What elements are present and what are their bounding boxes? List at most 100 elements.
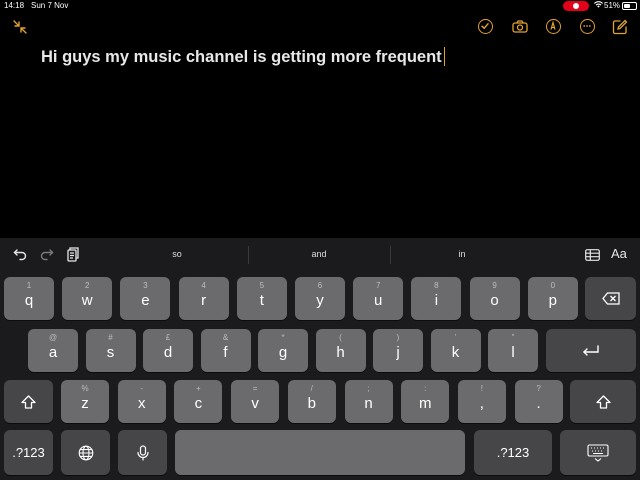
key-secondary-label: *: [281, 333, 285, 342]
key-secondary-label: (: [339, 333, 342, 342]
key-label: o: [490, 292, 499, 309]
key-label: y: [316, 292, 324, 309]
key-y[interactable]: 6y: [295, 277, 345, 320]
shift-icon: [570, 380, 636, 423]
key-m[interactable]: :m: [401, 380, 450, 423]
globe-key[interactable]: [61, 430, 110, 475]
table-icon[interactable]: [585, 248, 600, 266]
key-label: f: [223, 344, 228, 361]
key-w[interactable]: 2w: [62, 277, 113, 320]
screen-recording-icon[interactable]: [563, 1, 589, 11]
key-h[interactable]: (h: [315, 329, 366, 372]
key-j[interactable]: ) j: [373, 329, 423, 372]
key-label: u: [374, 292, 383, 309]
key-g[interactable]: * g: [258, 329, 308, 372]
key-secondary-label: ): [396, 333, 400, 342]
shift-key-right[interactable]: [570, 380, 636, 423]
key-o[interactable]: 9o: [469, 277, 520, 320]
checklist-icon[interactable]: [478, 19, 493, 34]
key-d[interactable]: £ d: [143, 329, 193, 372]
paste-icon[interactable]: [67, 247, 79, 267]
text-cursor: [443, 47, 446, 66]
key-label: v: [251, 395, 259, 412]
key-secondary-label: ': [454, 333, 457, 342]
key-secondary-label: ?: [536, 384, 541, 393]
key-label: j: [396, 344, 400, 361]
key-p[interactable]: 0p: [527, 277, 578, 320]
collapse-icon[interactable]: [12, 19, 28, 35]
suggestion-word[interactable]: in: [392, 249, 532, 259]
shift-key-left[interactable]: [4, 380, 53, 423]
key-secondary-label: =: [252, 384, 258, 393]
key-c[interactable]: + c: [174, 380, 223, 423]
space-bar[interactable]: [175, 430, 465, 475]
markup-pen-icon[interactable]: [546, 19, 561, 34]
key-secondary-label: £: [165, 333, 171, 342]
key-secondary-label: 9: [492, 281, 497, 290]
hide-keyboard-key[interactable]: [560, 430, 636, 475]
key-label: p: [548, 292, 557, 309]
microphone-icon: [118, 430, 167, 475]
key-e[interactable]: 3e: [120, 277, 171, 320]
key-secondary-label: ": [511, 333, 515, 342]
status-time: 14:18: [4, 1, 25, 10]
wifi-icon: [594, 0, 603, 11]
key-u[interactable]: 7u: [353, 277, 404, 320]
suggestion-divider: [390, 246, 391, 264]
key-x[interactable]: -x: [117, 380, 166, 423]
key-secondary-label: +: [196, 384, 201, 393]
key-r[interactable]: 4r: [178, 277, 229, 320]
key-l[interactable]: " l: [488, 329, 538, 372]
key-label: d: [163, 344, 173, 361]
key-z[interactable]: % z: [61, 380, 109, 423]
key-n[interactable]: ; n: [344, 380, 393, 423]
key-,[interactable]: !,: [457, 380, 506, 423]
key-label: .: [536, 395, 541, 412]
key-t[interactable]: 5t: [236, 277, 287, 320]
suggestion-word[interactable]: so: [107, 249, 247, 259]
key-f[interactable]: & f: [200, 329, 251, 372]
suggestion-word[interactable]: and: [249, 249, 389, 259]
key-secondary-label: 6: [317, 281, 323, 290]
key-secondary-label: 2: [84, 281, 90, 290]
return-key[interactable]: [546, 329, 636, 372]
key-secondary-label: -: [140, 384, 144, 393]
key-label: w: [81, 292, 93, 309]
key-secondary-label: 8: [434, 281, 439, 290]
key-s[interactable]: # s: [85, 329, 136, 372]
key-label: k: [451, 344, 460, 361]
key-i[interactable]: 8i: [411, 277, 462, 320]
numbers-key-left[interactable]: .?123: [4, 430, 53, 475]
key-secondary-label: 5: [259, 281, 265, 290]
key-q[interactable]: 1q: [4, 277, 54, 320]
key-label: x: [137, 395, 146, 412]
compose-icon[interactable]: [612, 19, 628, 35]
key-secondary-label: @: [48, 333, 58, 342]
key-label: e: [141, 292, 150, 309]
key-secondary-label: 3: [143, 281, 148, 290]
key-secondary-label: #: [108, 333, 113, 342]
undo-icon[interactable]: [13, 247, 27, 266]
key-secondary-label: !: [480, 384, 483, 393]
key-.[interactable]: ?.: [514, 380, 563, 423]
more-options-icon[interactable]: [580, 19, 595, 34]
note-body[interactable]: Hi guys my music channel is getting more…: [41, 46, 461, 68]
key-label: h: [336, 344, 345, 361]
key-v[interactable]: = v: [231, 380, 280, 423]
text-format-icon[interactable]: Aa: [611, 246, 627, 261]
key-label: c: [194, 395, 203, 412]
delete-icon: [585, 277, 636, 320]
key-k[interactable]: ' k: [430, 329, 481, 372]
key-secondary-label: :: [424, 384, 427, 393]
redo-icon[interactable]: [40, 247, 54, 266]
dictation-key[interactable]: [118, 430, 167, 475]
key-secondary-label: 4: [201, 281, 206, 290]
key-label: s: [106, 344, 115, 361]
key-b[interactable]: / b: [287, 380, 336, 423]
numbers-key-right[interactable]: .?123: [474, 430, 552, 475]
delete-key[interactable]: [585, 277, 636, 320]
key-label: q: [24, 292, 34, 309]
key-a[interactable]: @ a: [28, 329, 78, 372]
battery-icon: [622, 2, 637, 10]
camera-icon[interactable]: [512, 20, 528, 33]
